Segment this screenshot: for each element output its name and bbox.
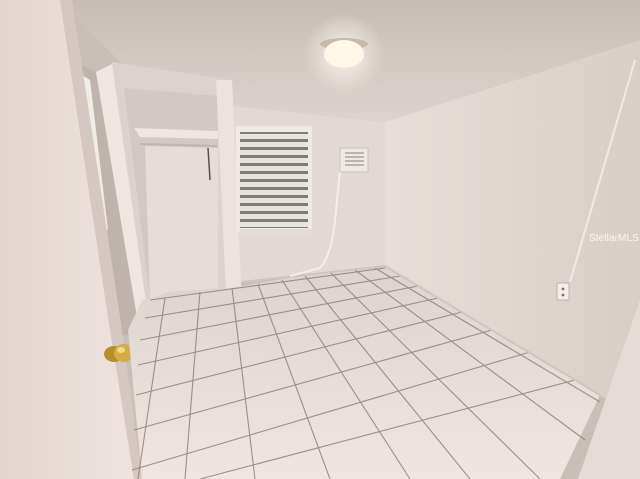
door-knob-highlight [117,347,125,353]
watermark-text: StellarMLS [589,233,639,244]
room-photo: StellarMLS [0,0,640,479]
wall-ac-unit [339,147,369,173]
window-sill [240,229,312,235]
wall-outlet [556,282,570,301]
ceiling-light [324,40,364,68]
closet-back [145,146,218,300]
room-photo-drawing [0,0,640,479]
